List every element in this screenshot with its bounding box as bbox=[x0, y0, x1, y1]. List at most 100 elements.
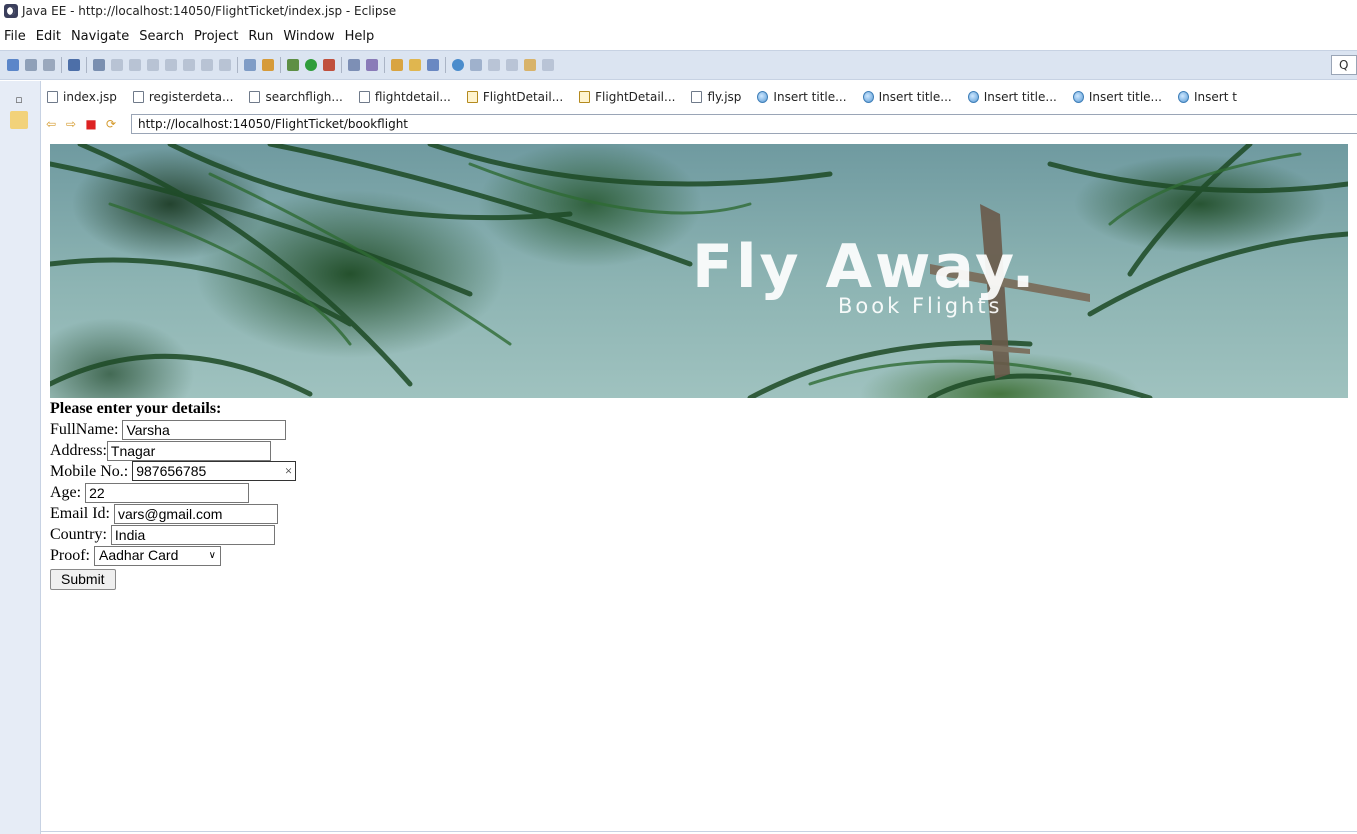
eclipse-icon bbox=[4, 4, 18, 18]
tab-index-jsp[interactable]: index.jsp bbox=[41, 84, 127, 110]
window-title-bar: Java EE - http://localhost:14050/FlightT… bbox=[0, 0, 1357, 22]
proof-label: Proof: bbox=[50, 547, 94, 564]
save-all-icon[interactable] bbox=[43, 59, 55, 71]
tab-insert-title-5[interactable]: Insert t bbox=[1172, 84, 1247, 110]
menu-window[interactable]: Window bbox=[278, 29, 339, 44]
mobile-input[interactable] bbox=[132, 461, 297, 481]
external-tools-icon[interactable] bbox=[323, 59, 335, 71]
project-explorer-icon[interactable] bbox=[10, 111, 28, 129]
address-input[interactable] bbox=[106, 440, 271, 461]
terminal-icon[interactable] bbox=[68, 59, 80, 71]
toolbar-separator bbox=[341, 57, 342, 73]
mobile-label: Mobile No.: bbox=[50, 463, 133, 480]
toolbar-separator bbox=[237, 57, 238, 73]
left-trim-stack: ▫ bbox=[0, 81, 41, 834]
country-input[interactable] bbox=[110, 524, 275, 545]
server-icon[interactable] bbox=[262, 59, 274, 71]
resume-icon[interactable] bbox=[111, 59, 123, 71]
run-icon[interactable] bbox=[305, 59, 317, 71]
url-field[interactable] bbox=[131, 114, 1357, 134]
back-arrow-icon[interactable]: ⇦ bbox=[45, 118, 57, 130]
tab-label: Insert t bbox=[1193, 90, 1237, 104]
tab-label: registerdeta... bbox=[148, 90, 234, 104]
tab-registerdetails[interactable]: registerdeta... bbox=[127, 84, 244, 110]
toolbar-separator bbox=[384, 57, 385, 73]
forward-icon[interactable] bbox=[542, 59, 554, 71]
menu-project[interactable]: Project bbox=[189, 29, 243, 44]
fullname-row: FullName: bbox=[50, 419, 1348, 440]
new-icon[interactable] bbox=[7, 59, 19, 71]
web-page: Fly Away. Book Flights Please enter your… bbox=[50, 144, 1348, 590]
new-class-icon[interactable] bbox=[366, 59, 378, 71]
back-icon[interactable] bbox=[524, 59, 536, 71]
fullname-label: FullName: bbox=[50, 421, 123, 438]
tab-searchflight[interactable]: searchfligh... bbox=[243, 84, 352, 110]
submit-button[interactable]: Submit bbox=[50, 568, 116, 590]
browser-icon[interactable] bbox=[452, 59, 464, 71]
editor-tabs: index.jsp registerdeta... searchfligh...… bbox=[41, 84, 1357, 110]
quick-access-input[interactable]: Q bbox=[1331, 55, 1357, 75]
tab-fly-jsp[interactable]: fly.jsp bbox=[685, 84, 751, 110]
tab-flightdetails[interactable]: flightdetail... bbox=[353, 84, 461, 110]
use-step-filters-icon[interactable] bbox=[244, 59, 256, 71]
stop-icon[interactable]: ■ bbox=[85, 118, 97, 130]
address-label: Address: bbox=[50, 442, 107, 459]
globe-icon bbox=[967, 91, 979, 103]
fullname-input[interactable] bbox=[122, 419, 287, 440]
country-label: Country: bbox=[50, 526, 111, 543]
tab-insert-title-4[interactable]: Insert title... bbox=[1067, 84, 1172, 110]
email-input[interactable] bbox=[113, 503, 278, 524]
proof-select[interactable]: Aadhar Card ∨ bbox=[94, 545, 221, 566]
tab-flightdetail-java-1[interactable]: FlightDetail... bbox=[461, 84, 573, 110]
pen-icon[interactable] bbox=[427, 59, 439, 71]
menu-edit[interactable]: Edit bbox=[31, 29, 66, 44]
refresh-icon[interactable]: ⟳ bbox=[105, 118, 117, 130]
skip-breakpoints-icon[interactable] bbox=[93, 59, 105, 71]
tab-label: Insert title... bbox=[1088, 90, 1162, 104]
tab-flightdetail-java-2[interactable]: FlightDetail... bbox=[573, 84, 685, 110]
menu-help[interactable]: Help bbox=[340, 29, 380, 44]
debug-icon[interactable] bbox=[287, 59, 299, 71]
previous-annotation-icon[interactable] bbox=[506, 59, 518, 71]
restore-icon[interactable]: ▫ bbox=[10, 91, 28, 109]
tab-label: index.jsp bbox=[63, 90, 117, 104]
banner-subtitle: Book Flights bbox=[838, 294, 1003, 318]
tab-insert-title-1[interactable]: Insert title... bbox=[751, 84, 856, 110]
mobile-row: Mobile No.: × bbox=[50, 461, 1348, 482]
tab-label: Insert title... bbox=[983, 90, 1057, 104]
tab-insert-title-2[interactable]: Insert title... bbox=[857, 84, 962, 110]
step-over-icon[interactable] bbox=[201, 59, 213, 71]
step-return-icon[interactable] bbox=[219, 59, 231, 71]
next-annotation-icon[interactable] bbox=[488, 59, 500, 71]
age-input[interactable] bbox=[85, 482, 250, 503]
menu-run[interactable]: Run bbox=[243, 29, 278, 44]
search-icon[interactable] bbox=[470, 59, 482, 71]
open-folder-icon[interactable] bbox=[409, 59, 421, 71]
file-icon bbox=[249, 91, 261, 103]
suspend-icon[interactable] bbox=[129, 59, 141, 71]
globe-icon bbox=[757, 91, 769, 103]
forward-arrow-icon[interactable]: ⇨ bbox=[65, 118, 77, 130]
toolbar-separator bbox=[445, 57, 446, 73]
chevron-down-icon: ∨ bbox=[208, 550, 216, 561]
file-icon bbox=[691, 91, 703, 103]
new-java-project-icon[interactable] bbox=[348, 59, 360, 71]
menu-search[interactable]: Search bbox=[134, 29, 189, 44]
main-toolbar: Q bbox=[0, 50, 1357, 80]
banner-image: Fly Away. Book Flights bbox=[50, 144, 1348, 398]
terminate-icon[interactable] bbox=[147, 59, 159, 71]
tab-insert-title-3[interactable]: Insert title... bbox=[962, 84, 1067, 110]
proof-row: Proof: Aadhar Card ∨ bbox=[50, 545, 1348, 566]
menu-file[interactable]: File bbox=[0, 29, 31, 44]
clear-icon[interactable]: × bbox=[285, 461, 292, 481]
window-title: Java EE - http://localhost:14050/FlightT… bbox=[22, 4, 397, 18]
save-icon[interactable] bbox=[25, 59, 37, 71]
open-type-icon[interactable] bbox=[391, 59, 403, 71]
tab-label: FlightDetail... bbox=[595, 90, 676, 104]
step-into-icon[interactable] bbox=[183, 59, 195, 71]
file-icon bbox=[358, 91, 370, 103]
tab-label: FlightDetail... bbox=[482, 90, 564, 104]
tab-label: Insert title... bbox=[878, 90, 952, 104]
menu-navigate[interactable]: Navigate bbox=[66, 29, 134, 44]
disconnect-icon[interactable] bbox=[165, 59, 177, 71]
